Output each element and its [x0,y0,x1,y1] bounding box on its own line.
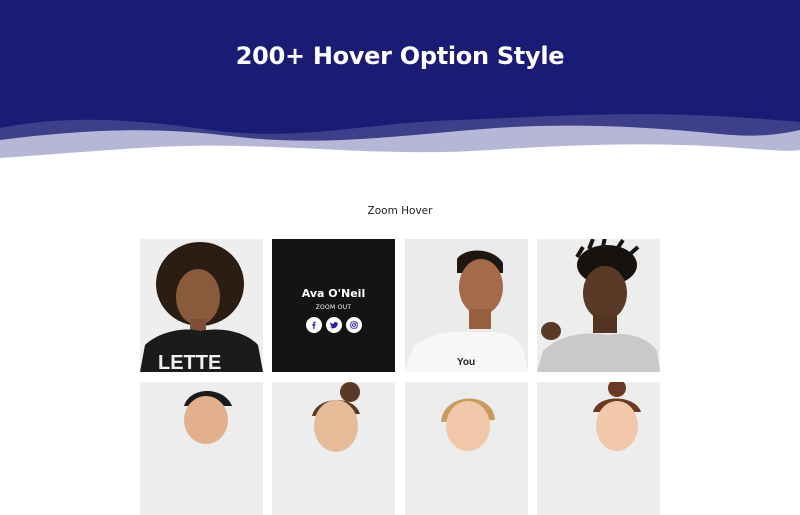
man-with-twists-photo [537,239,660,372]
gallery-tile-hovered[interactable]: Ava O'Neil ZOOM OUT [272,239,395,372]
gallery-tile[interactable] [537,239,660,372]
gallery-tile[interactable] [272,382,395,515]
svg-text:LETTE: LETTE [158,352,221,372]
facebook-icon[interactable] [305,316,322,333]
gallery-tile[interactable]: LETTE [140,239,263,372]
gallery-tile[interactable] [405,382,528,515]
page-title: 200+ Hover Option Style [235,42,565,70]
hero-banner: 200+ Hover Option Style [0,0,800,160]
gallery-tile[interactable] [140,382,263,515]
social-links [305,316,362,333]
young-man-photo: You [405,239,528,372]
woman-with-bun-photo [272,382,395,515]
instagram-icon[interactable] [345,316,362,333]
woman-with-top-bun-photo [537,382,660,515]
wave-divider [0,114,800,160]
gallery-tile[interactable]: You [405,239,528,372]
section-heading: Zoom Hover [367,205,433,217]
blonde-woman-photo [405,382,528,515]
person-in-cap-photo [140,382,263,515]
member-name: Ava O'Neil [301,286,366,300]
gallery-tile[interactable] [537,382,660,515]
member-subtitle: ZOOM OUT [315,303,352,311]
woman-curly-hair-photo: LETTE [140,239,263,372]
svg-text:You: You [457,357,475,368]
twitter-icon[interactable] [325,316,342,333]
hover-overlay: Ava O'Neil ZOOM OUT [272,239,395,372]
